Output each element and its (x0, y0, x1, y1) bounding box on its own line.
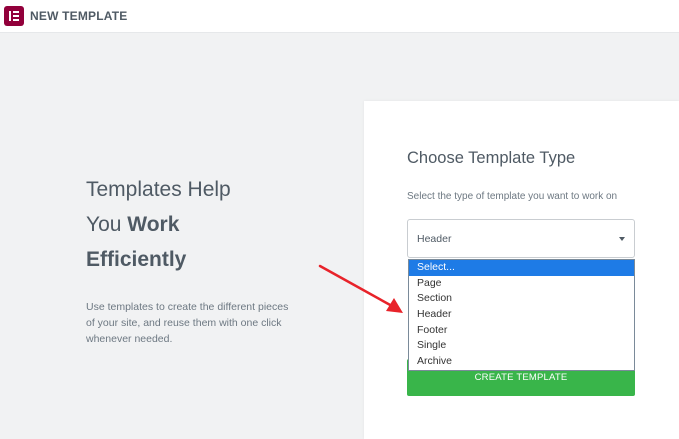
hero-line-3-bold: Efficiently (86, 248, 187, 271)
template-type-select[interactable]: Header (407, 219, 635, 258)
dropdown-option-single[interactable]: Single (409, 338, 634, 354)
form-title: Choose Template Type (407, 149, 576, 167)
dropdown-option-page[interactable]: Page (409, 276, 634, 292)
hero-heading: Templates Help You Work Efficiently (86, 172, 306, 277)
dropdown-option-section[interactable]: Section (409, 291, 634, 307)
hero-line-2-bold: Work (127, 213, 180, 236)
dropdown-option-select[interactable]: Select... (409, 260, 634, 276)
dropdown-option-header[interactable]: Header (409, 307, 634, 323)
hero-line-3: Efficiently (86, 242, 306, 277)
dropdown-option-archive[interactable]: Archive (409, 354, 634, 370)
hero-line-2-prefix: You (86, 213, 128, 236)
template-type-dropdown: Select... Page Section Header Footer Sin… (408, 259, 635, 371)
hero-line-1: Templates Help (86, 178, 231, 201)
hero-description: Use templates to create the different pi… (86, 301, 289, 345)
top-bar: NEW TEMPLATE (0, 0, 679, 33)
hero-line-2: You Work (86, 207, 306, 242)
elementor-logo-icon (4, 6, 24, 26)
page-title: NEW TEMPLATE (30, 9, 128, 23)
dropdown-option-footer[interactable]: Footer (409, 323, 634, 339)
chevron-down-icon (619, 237, 625, 241)
template-type-select-value: Header (417, 233, 452, 245)
template-type-label: Select the type of template you want to … (407, 191, 618, 202)
